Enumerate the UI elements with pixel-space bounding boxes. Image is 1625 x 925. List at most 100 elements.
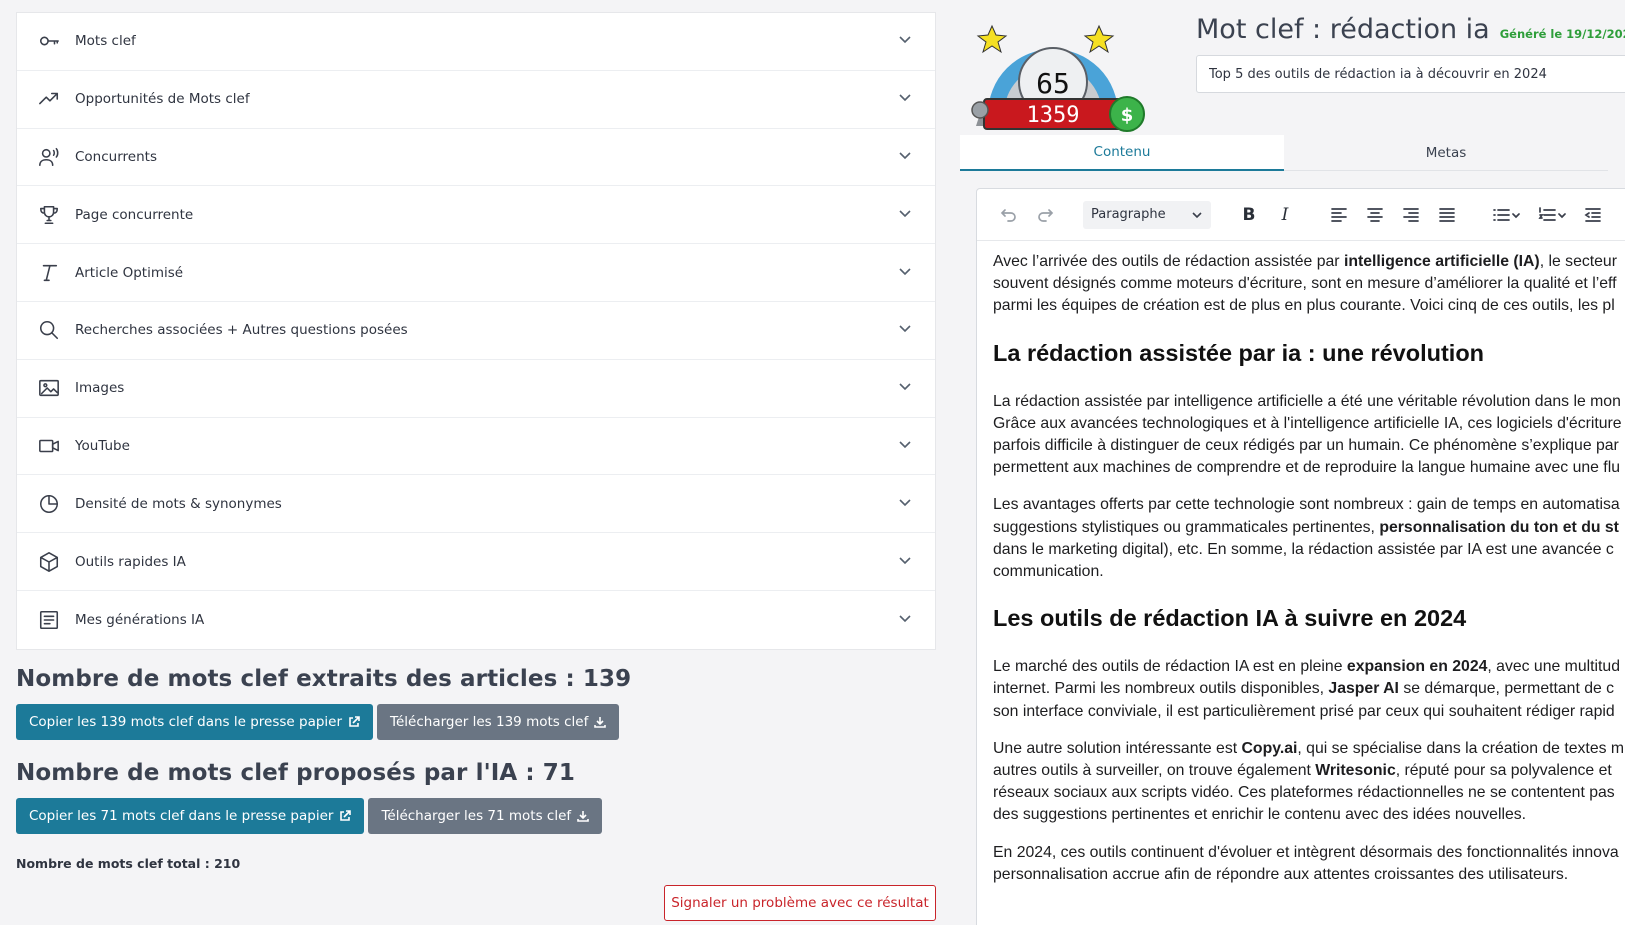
align-left-icon bbox=[1331, 207, 1347, 222]
text-italic-icon bbox=[37, 261, 61, 285]
text-run: personnalisation accrue afin de répondre… bbox=[993, 865, 1569, 883]
download-extracted-button[interactable]: Télécharger les 139 mots clef bbox=[377, 703, 620, 740]
text-run: se démarque, permettant de c bbox=[1398, 680, 1615, 698]
block-format-value: Paragraphe bbox=[1091, 207, 1166, 222]
text-run: parfois difficile à distinguer de ceux r… bbox=[993, 437, 1619, 455]
bold-text: Jasper AI bbox=[1328, 680, 1399, 698]
trophy-icon bbox=[37, 203, 61, 227]
italic-button[interactable]: I bbox=[1267, 200, 1303, 230]
accordion-item-page-concurrente[interactable]: Page concurrente bbox=[17, 186, 935, 245]
bold-button[interactable]: B bbox=[1231, 200, 1267, 230]
outdent-button[interactable] bbox=[1575, 200, 1611, 230]
block-format-select[interactable]: Paragraphe bbox=[1083, 200, 1211, 229]
bold-text: Writesonic bbox=[1315, 762, 1396, 780]
accordion-label: Concurrents bbox=[75, 148, 157, 165]
text-run: internet. Parmi les nombreux outils disp… bbox=[993, 680, 1329, 698]
accordion-item-images[interactable]: Images bbox=[17, 360, 935, 418]
chevron-down-icon bbox=[897, 31, 913, 51]
bold-icon: B bbox=[1242, 204, 1256, 225]
accordion-label: Opportunités de Mots clef bbox=[75, 91, 250, 108]
text-run: des suggestions pertinentes et enrichir … bbox=[993, 806, 1527, 824]
trending-up-icon bbox=[37, 87, 61, 111]
button-label: Télécharger les 139 mots clef bbox=[390, 713, 589, 730]
article-title-input[interactable] bbox=[1196, 55, 1625, 93]
chevron-down-icon bbox=[897, 494, 913, 514]
accordion-label: Densité de mots & synonymes bbox=[75, 495, 282, 512]
user-voice-icon bbox=[37, 145, 61, 169]
image-icon bbox=[37, 376, 61, 400]
download-icon bbox=[577, 810, 589, 822]
text-run: La rédaction assistée par intelligence a… bbox=[993, 392, 1621, 410]
keyword-header: Mot clef : rédaction ia Généré le 19/12/… bbox=[1196, 14, 1625, 45]
chevron-down-icon bbox=[897, 147, 913, 167]
editor-content[interactable]: Avec l’arrivée des outils de rédaction a… bbox=[977, 241, 1625, 886]
accordion-item-concurrents[interactable]: Concurrents bbox=[17, 129, 935, 187]
text-run: Le marché des outils de rédaction IA est… bbox=[993, 658, 1347, 676]
accordion-label: Images bbox=[75, 380, 125, 397]
numbered-list-button[interactable] bbox=[1529, 200, 1575, 230]
bullet-list-button[interactable] bbox=[1483, 200, 1529, 230]
content-tabs: Contenu Metas bbox=[960, 135, 1625, 171]
report-problem-button[interactable]: Signaler un problème avec ce résultat bbox=[664, 885, 936, 921]
left-panel: Mots clef Opportunités de Mots clef Conc… bbox=[16, 12, 936, 871]
redo-button[interactable] bbox=[1027, 200, 1063, 230]
align-center-icon bbox=[1367, 207, 1383, 222]
button-label: Télécharger les 71 mots clef bbox=[381, 807, 572, 824]
gauge-dollar-badge: $ bbox=[1121, 105, 1134, 126]
download-proposed-button[interactable]: Télécharger les 71 mots clef bbox=[368, 797, 603, 834]
gauge-graphic: 65 1359 $ bbox=[971, 24, 1145, 132]
accordion-item-youtube[interactable]: YouTube bbox=[17, 418, 935, 476]
text-run: , qui se spécialise dans la création de … bbox=[1297, 739, 1625, 757]
undo-button[interactable] bbox=[991, 200, 1027, 230]
score-gauge: 65 1359 $ bbox=[962, 14, 1152, 136]
chevron-down-icon bbox=[897, 263, 913, 283]
bold-text: intelligence artificielle (IA) bbox=[1343, 253, 1540, 270]
paragraph: Avec l’arrivée des outils de rédaction a… bbox=[993, 251, 1625, 318]
accordion-item-mots-clef[interactable]: Mots clef bbox=[17, 13, 935, 71]
text-run: permettent aux machines de comprendre et… bbox=[993, 459, 1620, 477]
text-run: suggestions stylistiques ou grammaticale… bbox=[993, 518, 1380, 536]
copy-proposed-button[interactable]: Copier les 71 mots clef dans le presse p… bbox=[16, 797, 365, 834]
editor-toolbar: Paragraphe B I bbox=[977, 189, 1625, 241]
tab-contenu[interactable]: Contenu bbox=[960, 135, 1284, 171]
italic-icon: I bbox=[1281, 204, 1289, 225]
align-justify-icon bbox=[1439, 207, 1455, 222]
search-icon bbox=[37, 318, 61, 342]
gauge-counter: 1359 bbox=[1027, 103, 1080, 128]
accordion-item-densite[interactable]: Densité de mots & synonymes bbox=[17, 475, 935, 534]
align-right-button[interactable] bbox=[1393, 200, 1429, 230]
accordion-label: Article Optimisé bbox=[75, 264, 184, 281]
copy-extracted-button[interactable]: Copier les 139 mots clef dans le presse … bbox=[16, 703, 374, 740]
align-right-icon bbox=[1403, 207, 1419, 222]
pie-chart-icon bbox=[37, 492, 61, 516]
outdent-icon bbox=[1584, 207, 1601, 222]
accordion-item-generations-ia[interactable]: Mes générations IA bbox=[17, 591, 935, 649]
accordion-item-article-optimise[interactable]: Article Optimisé bbox=[17, 244, 935, 302]
bullet-list-icon bbox=[1493, 208, 1520, 221]
align-center-button[interactable] bbox=[1357, 200, 1393, 230]
accordion-label: Mots clef bbox=[75, 33, 136, 50]
text-run: Avec l’arrivée des outils de rédaction a… bbox=[993, 253, 1344, 270]
chevron-down-icon bbox=[897, 610, 913, 630]
accordion-item-opportunites[interactable]: Opportunités de Mots clef bbox=[17, 71, 935, 129]
align-left-button[interactable] bbox=[1321, 200, 1357, 230]
accordion-item-outils-ia[interactable]: Outils rapides IA bbox=[17, 533, 935, 591]
paragraph: Les avantages offerts par cette technolo… bbox=[993, 494, 1625, 583]
total-keywords: Nombre de mots clef total : 210 bbox=[16, 855, 241, 871]
extracted-actions: Copier les 139 mots clef dans le presse … bbox=[16, 703, 936, 740]
text-run: autres outils à surveiller, on trouve ég… bbox=[993, 762, 1316, 780]
align-justify-button[interactable] bbox=[1429, 200, 1465, 230]
external-link-icon bbox=[340, 809, 352, 821]
text-run: , avec une multitud bbox=[1487, 658, 1620, 676]
bold-text: personnalisation du ton et du st bbox=[1379, 518, 1619, 536]
key-icon bbox=[37, 29, 61, 53]
undo-icon bbox=[1000, 208, 1016, 222]
text-run: parmi les équipes de création est de plu… bbox=[993, 297, 1615, 315]
document-lines-icon bbox=[37, 608, 61, 632]
tab-metas[interactable]: Metas bbox=[1284, 135, 1608, 171]
numbered-list-icon bbox=[1538, 206, 1566, 221]
proposed-actions: Copier les 71 mots clef dans le presse p… bbox=[16, 797, 936, 834]
accordion-item-recherches[interactable]: Recherches associées + Autres questions … bbox=[17, 302, 935, 360]
button-label: Copier les 139 mots clef dans le presse … bbox=[29, 713, 343, 730]
rich-text-editor: Paragraphe B I Avec l’arrivée des outils… bbox=[976, 188, 1625, 925]
